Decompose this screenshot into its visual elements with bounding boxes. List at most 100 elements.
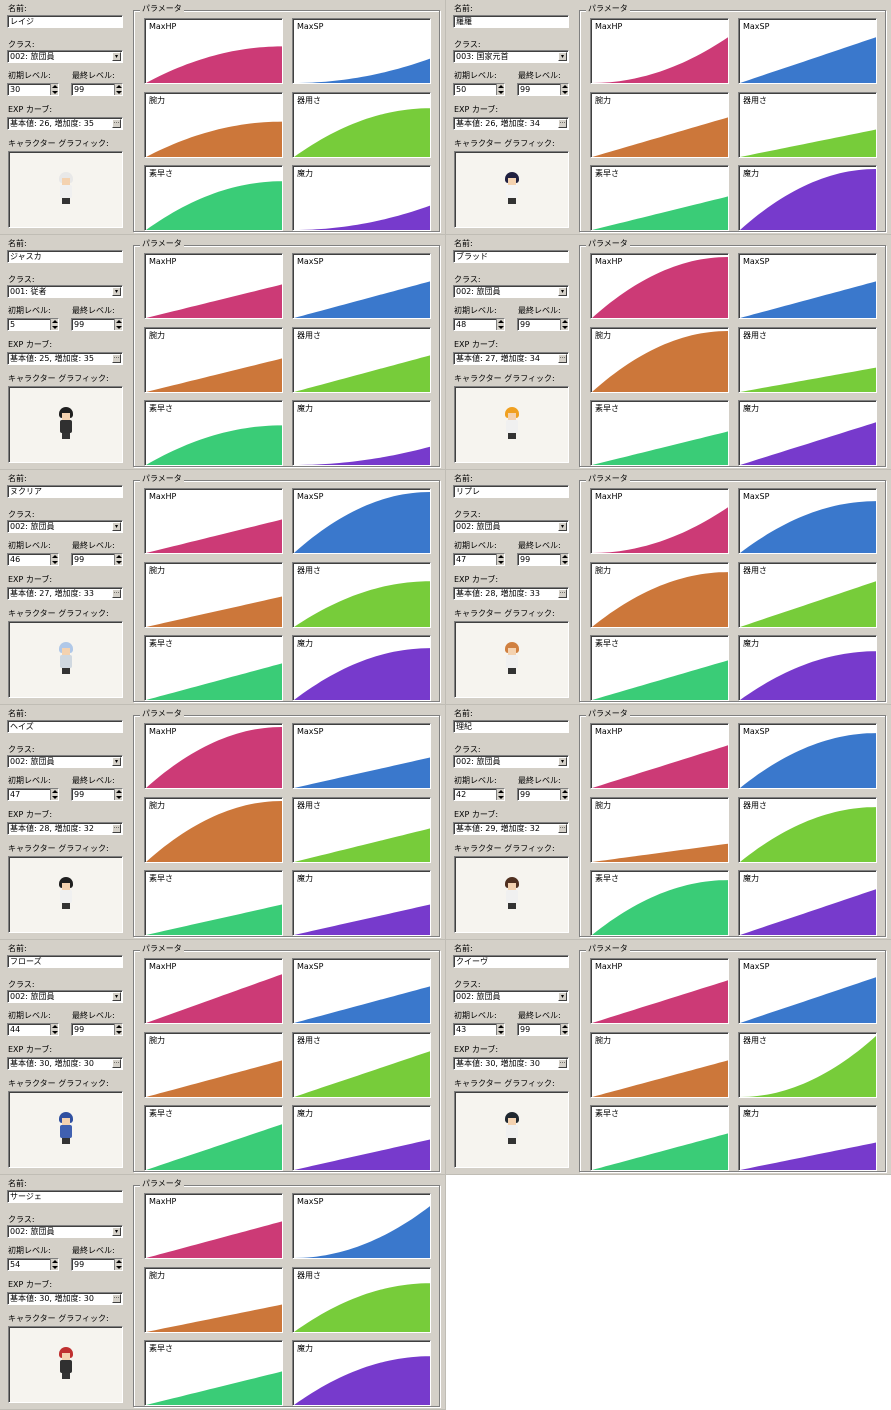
spin-arrows-icon[interactable]: [560, 554, 568, 565]
name-input[interactable]: ヘイズ: [7, 720, 123, 733]
character-graphic[interactable]: [8, 386, 123, 463]
param-chart-器用さ[interactable]: 器用さ: [738, 327, 877, 393]
initial-level-spinner[interactable]: 46: [7, 553, 59, 566]
class-select[interactable]: 002: 旅団員 ▾: [453, 520, 569, 533]
param-chart-腕力[interactable]: 腕力: [144, 92, 283, 158]
spin-arrows-icon[interactable]: [496, 1024, 504, 1035]
exp-curve-field[interactable]: 基本値: 28, 増加度: 33 ···: [453, 587, 569, 600]
name-input[interactable]: ヌクリア: [7, 485, 123, 498]
param-chart-maxhp[interactable]: MaxHP: [144, 18, 283, 84]
param-chart-腕力[interactable]: 腕力: [144, 327, 283, 393]
character-graphic[interactable]: [8, 621, 123, 698]
initial-level-spinner[interactable]: 48: [453, 318, 505, 331]
param-chart-maxhp[interactable]: MaxHP: [144, 723, 283, 789]
exp-curve-field[interactable]: 基本値: 26, 増加度: 35 ···: [7, 117, 123, 130]
final-level-spinner[interactable]: 99: [71, 318, 123, 331]
initial-level-spinner[interactable]: 43: [453, 1023, 505, 1036]
spin-arrows-icon[interactable]: [50, 789, 58, 800]
ellipsis-icon[interactable]: ···: [558, 589, 567, 598]
param-chart-maxhp[interactable]: MaxHP: [144, 488, 283, 554]
class-select[interactable]: 002: 旅団員 ▾: [453, 755, 569, 768]
param-chart-maxsp[interactable]: MaxSP: [292, 18, 431, 84]
param-chart-器用さ[interactable]: 器用さ: [738, 797, 877, 863]
character-graphic[interactable]: [454, 1091, 569, 1168]
param-chart-maxsp[interactable]: MaxSP: [292, 253, 431, 319]
spin-arrows-icon[interactable]: [560, 1024, 568, 1035]
spin-arrows-icon[interactable]: [114, 1024, 122, 1035]
spin-arrows-icon[interactable]: [560, 84, 568, 95]
ellipsis-icon[interactable]: ···: [558, 354, 567, 363]
class-select[interactable]: 002: 旅団員 ▾: [7, 1225, 123, 1238]
spin-arrows-icon[interactable]: [50, 1259, 58, 1270]
param-chart-maxhp[interactable]: MaxHP: [590, 253, 729, 319]
character-graphic[interactable]: [8, 151, 123, 228]
initial-level-spinner[interactable]: 5: [7, 318, 59, 331]
param-chart-器用さ[interactable]: 器用さ: [292, 1267, 431, 1333]
chevron-down-icon[interactable]: ▾: [112, 992, 121, 1001]
character-graphic[interactable]: [8, 1091, 123, 1168]
spin-arrows-icon[interactable]: [50, 84, 58, 95]
spin-arrows-icon[interactable]: [114, 319, 122, 330]
param-chart-器用さ[interactable]: 器用さ: [738, 1032, 877, 1098]
class-select[interactable]: 003: 国家元首 ▾: [453, 50, 569, 63]
param-chart-器用さ[interactable]: 器用さ: [292, 92, 431, 158]
param-chart-maxsp[interactable]: MaxSP: [738, 18, 877, 84]
class-select[interactable]: 002: 旅団員 ▾: [453, 285, 569, 298]
param-chart-maxhp[interactable]: MaxHP: [144, 253, 283, 319]
param-chart-魔力[interactable]: 魔力: [292, 1105, 431, 1171]
param-chart-maxsp[interactable]: MaxSP: [738, 253, 877, 319]
param-chart-腕力[interactable]: 腕力: [590, 562, 729, 628]
param-chart-器用さ[interactable]: 器用さ: [738, 92, 877, 158]
class-select[interactable]: 002: 旅団員 ▾: [7, 755, 123, 768]
chevron-down-icon[interactable]: ▾: [558, 287, 567, 296]
name-input[interactable]: ジャスカ: [7, 250, 123, 263]
class-select[interactable]: 002: 旅団員 ▾: [453, 990, 569, 1003]
param-chart-腕力[interactable]: 腕力: [590, 327, 729, 393]
param-chart-maxsp[interactable]: MaxSP: [738, 723, 877, 789]
param-chart-器用さ[interactable]: 器用さ: [292, 797, 431, 863]
name-input[interactable]: クイーヴ: [453, 955, 569, 968]
param-chart-maxhp[interactable]: MaxHP: [144, 1193, 283, 1259]
name-input[interactable]: リプレ: [453, 485, 569, 498]
chevron-down-icon[interactable]: ▾: [558, 992, 567, 1001]
chevron-down-icon[interactable]: ▾: [558, 757, 567, 766]
class-select[interactable]: 001: 従者 ▾: [7, 285, 123, 298]
spin-arrows-icon[interactable]: [496, 84, 504, 95]
param-chart-腕力[interactable]: 腕力: [590, 1032, 729, 1098]
initial-level-spinner[interactable]: 50: [453, 83, 505, 96]
param-chart-魔力[interactable]: 魔力: [292, 635, 431, 701]
character-graphic[interactable]: [8, 1326, 123, 1403]
name-input[interactable]: レイジ: [7, 15, 123, 28]
ellipsis-icon[interactable]: ···: [558, 119, 567, 128]
final-level-spinner[interactable]: 99: [517, 318, 569, 331]
spin-arrows-icon[interactable]: [560, 319, 568, 330]
param-chart-maxhp[interactable]: MaxHP: [590, 488, 729, 554]
exp-curve-field[interactable]: 基本値: 29, 増加度: 32 ···: [453, 822, 569, 835]
param-chart-素早さ[interactable]: 素早さ: [144, 1340, 283, 1406]
chevron-down-icon[interactable]: ▾: [112, 287, 121, 296]
param-chart-腕力[interactable]: 腕力: [590, 797, 729, 863]
ellipsis-icon[interactable]: ···: [112, 1294, 121, 1303]
param-chart-素早さ[interactable]: 素早さ: [590, 635, 729, 701]
spin-arrows-icon[interactable]: [496, 789, 504, 800]
initial-level-spinner[interactable]: 44: [7, 1023, 59, 1036]
spin-arrows-icon[interactable]: [114, 84, 122, 95]
param-chart-maxsp[interactable]: MaxSP: [292, 958, 431, 1024]
exp-curve-field[interactable]: 基本値: 25, 増加度: 35 ···: [7, 352, 123, 365]
name-input[interactable]: サージェ: [7, 1190, 123, 1203]
param-chart-腕力[interactable]: 腕力: [590, 92, 729, 158]
final-level-spinner[interactable]: 99: [517, 83, 569, 96]
spin-arrows-icon[interactable]: [114, 1259, 122, 1270]
chevron-down-icon[interactable]: ▾: [112, 52, 121, 61]
final-level-spinner[interactable]: 99: [517, 553, 569, 566]
param-chart-maxsp[interactable]: MaxSP: [738, 958, 877, 1024]
spin-arrows-icon[interactable]: [50, 1024, 58, 1035]
spin-arrows-icon[interactable]: [114, 789, 122, 800]
param-chart-maxhp[interactable]: MaxHP: [144, 958, 283, 1024]
ellipsis-icon[interactable]: ···: [112, 119, 121, 128]
exp-curve-field[interactable]: 基本値: 30, 増加度: 30 ···: [7, 1057, 123, 1070]
param-chart-素早さ[interactable]: 素早さ: [144, 165, 283, 231]
param-chart-腕力[interactable]: 腕力: [144, 797, 283, 863]
param-chart-maxhp[interactable]: MaxHP: [590, 723, 729, 789]
final-level-spinner[interactable]: 99: [517, 1023, 569, 1036]
